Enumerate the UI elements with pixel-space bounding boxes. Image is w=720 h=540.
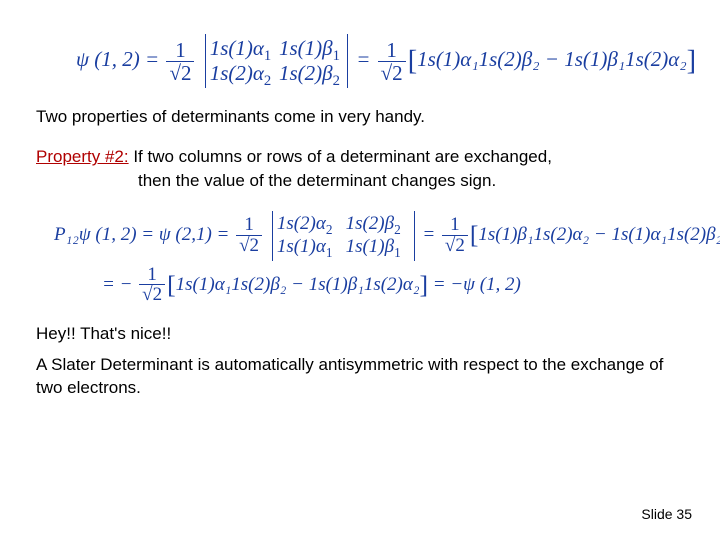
equation-psi: ψ (1, 2) = 1 √2 1s(1)α1 1s(1)β1 1s(2)α2 … (76, 34, 684, 88)
eq3-pre: = − (102, 273, 132, 294)
slide-number: Slide 35 (641, 506, 692, 522)
eq2-frac2: 1 √2 (442, 215, 468, 256)
eq2-lhs: P₁₂ψ (1, 2) = ψ (2,1) = (54, 224, 229, 245)
property-line1: If two columns or rows of a determinant … (129, 147, 552, 166)
intro-text: Two properties of determinants come in v… (36, 106, 684, 129)
eq1-determinant: 1s(1)α1 1s(1)β1 1s(2)α2 1s(2)β2 (205, 34, 348, 88)
property-line2: then the value of the determinant change… (138, 169, 684, 193)
conclusion: A Slater Determinant is automatically an… (36, 354, 684, 400)
equation-p12: P₁₂ψ (1, 2) = ψ (2,1) = 1 √2 1s(2)α2 1s(… (54, 211, 684, 261)
eq1-frac2: 1 √2 (378, 39, 406, 84)
eq3-bracket: 1s(1)α₁1s(2)β₂ − 1s(1)β₁1s(2)α₂ (176, 273, 420, 294)
property-2: Property #2: If two columns or rows of a… (36, 145, 684, 193)
property-label: Property #2: (36, 147, 129, 166)
eq1-expansion: 1s(1)α₁1s(2)β₂ − 1s(1)β₁1s(2)α₂ (417, 47, 686, 71)
eq2-expansion: 1s(1)β₁1s(2)α₂ − 1s(1)α₁1s(2)β₂ (478, 224, 720, 245)
eq1-frac: 1 √2 (166, 39, 194, 84)
eq2-determinant: 1s(2)α2 1s(2)β2 1s(1)α1 1s(1)β1 (272, 211, 415, 261)
eq3-tail: = −ψ (1, 2) (428, 273, 521, 294)
eq3-frac: 1 √2 (139, 265, 165, 306)
exclamation: Hey!! That's nice!! (36, 323, 684, 346)
eq2-frac: 1 √2 (236, 215, 262, 256)
eq1-lhs: ψ (1, 2) = (76, 47, 159, 71)
equation-p12-cont: = − 1 √2 [1s(1)α₁1s(2)β₂ − 1s(1)β₁1s(2)α… (102, 265, 684, 306)
